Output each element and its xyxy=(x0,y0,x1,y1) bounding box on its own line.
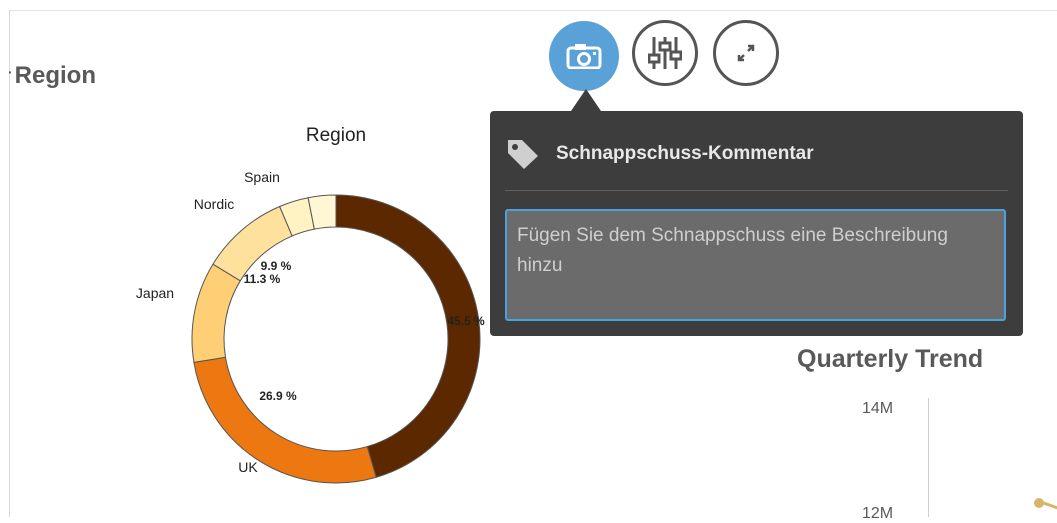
popover-title: Schnappschuss-Kommentar xyxy=(556,143,814,164)
popover-header: Schnappschuss-Kommentar xyxy=(506,137,814,171)
tag-icon xyxy=(508,140,538,169)
expand-button[interactable] xyxy=(713,20,779,86)
donut-slice-usa[interactable] xyxy=(335,194,481,478)
trend-chart-title: Quarterly Trend xyxy=(797,345,984,373)
panel-top-border xyxy=(9,10,1057,11)
slice-category-label: UK xyxy=(238,459,258,475)
snapshot-comment-input[interactable] xyxy=(505,209,1006,321)
trend-data-point[interactable] xyxy=(1034,498,1044,508)
popover-caret xyxy=(571,89,601,111)
expand-icon xyxy=(737,44,755,62)
title-prefix: · xyxy=(8,64,13,80)
chart-title: Region xyxy=(306,125,366,146)
slice-category-label: Japan xyxy=(136,285,174,301)
snapshot-comment-popover: Schnappschuss-Kommentar xyxy=(490,111,1023,336)
panel-title: ·Region xyxy=(8,62,96,90)
slice-value-label: 9.9 % xyxy=(261,259,292,273)
donut-slice-uk[interactable] xyxy=(193,356,377,484)
y-tick-label: 12M xyxy=(862,505,894,522)
y-tick-label: 14M xyxy=(862,400,894,417)
slice-value-label: 45.5 % xyxy=(447,314,485,328)
region-donut-chart[interactable]: Region 45.5 % 26.9 % UK 11.3 % Japan 9.9 % Nor… xyxy=(120,110,500,517)
slice-category-label: Nordic xyxy=(194,196,234,212)
donut-slice-japan[interactable] xyxy=(191,263,242,363)
slice-category-label: Spain xyxy=(244,169,280,185)
slice-value-label: 26.9 % xyxy=(259,389,297,403)
trend-y-axis xyxy=(928,398,929,517)
panel-title-text: Region xyxy=(14,62,96,89)
sliders-icon xyxy=(648,37,682,69)
camera-icon xyxy=(566,44,602,69)
snapshot-button[interactable] xyxy=(549,21,619,91)
settings-button[interactable] xyxy=(632,20,698,86)
slice-value-label: 11.3 % xyxy=(244,272,281,286)
popover-divider xyxy=(505,190,1008,191)
